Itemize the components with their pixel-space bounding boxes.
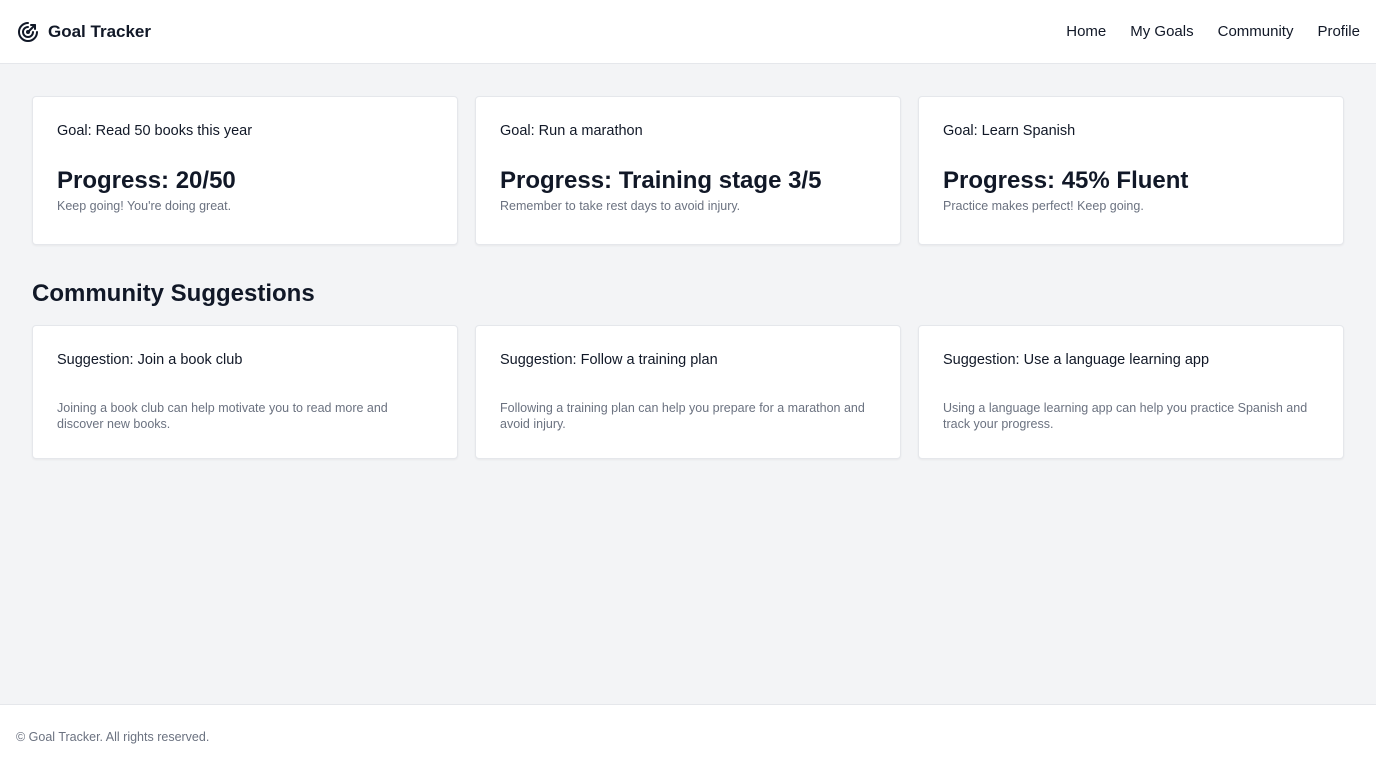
goal-title: Goal: Learn Spanish bbox=[943, 123, 1076, 139]
main-nav: Home My Goals Community Profile bbox=[1066, 23, 1360, 40]
nav-home-link[interactable]: Home bbox=[1066, 23, 1106, 40]
goal-title: Goal: Run a marathon bbox=[500, 123, 643, 139]
app-name: Goal Tracker bbox=[48, 21, 152, 41]
goal-progress: Progress: 20/50 bbox=[57, 167, 236, 194]
suggestions-grid: Suggestion: Join a book club Joining a b… bbox=[32, 325, 1344, 459]
goal-card-spanish[interactable]: Goal: Learn Spanish Progress: 45% Fluent… bbox=[918, 96, 1344, 245]
goal-note: Keep going! You're doing great. bbox=[57, 199, 232, 213]
suggestion-description: Following a training plan can help you p… bbox=[500, 401, 865, 431]
goals-grid: Goal: Read 50 books this year Progress: … bbox=[32, 96, 1344, 245]
target-arrow-icon bbox=[16, 20, 40, 44]
brand[interactable]: Goal Tracker bbox=[16, 20, 151, 44]
suggestion-card-language-app[interactable]: Suggestion: Use a language learning app … bbox=[918, 325, 1344, 459]
suggestion-description: Using a language learning app can help y… bbox=[943, 401, 1308, 431]
nav-community-link[interactable]: Community bbox=[1218, 23, 1294, 40]
suggestion-card-book-club[interactable]: Suggestion: Join a book club Joining a b… bbox=[32, 325, 458, 459]
community-section-title: Community Suggestions bbox=[32, 280, 315, 307]
top-header: Goal Tracker Home My Goals Community Pro… bbox=[0, 0, 1376, 64]
suggestion-card-training-plan[interactable]: Suggestion: Follow a training plan Follo… bbox=[475, 325, 901, 459]
goal-card-reading[interactable]: Goal: Read 50 books this year Progress: … bbox=[32, 96, 458, 245]
goal-note: Practice makes perfect! Keep going. bbox=[943, 199, 1144, 213]
nav-profile-link[interactable]: Profile bbox=[1317, 23, 1360, 40]
page-footer: © Goal Tracker. All rights reserved. bbox=[0, 704, 1376, 768]
goal-card-marathon[interactable]: Goal: Run a marathon Progress: Training … bbox=[475, 96, 901, 245]
suggestion-title: Suggestion: Join a book club bbox=[57, 352, 243, 368]
nav-my-goals-link[interactable]: My Goals bbox=[1130, 23, 1193, 40]
main-content: Goal: Read 50 books this year Progress: … bbox=[32, 96, 1344, 459]
goal-title: Goal: Read 50 books this year bbox=[57, 123, 253, 139]
goal-note: Remember to take rest days to avoid inju… bbox=[500, 199, 741, 213]
suggestion-title: Suggestion: Follow a training plan bbox=[500, 352, 718, 368]
suggestion-description: Joining a book club can help motivate yo… bbox=[57, 401, 388, 431]
goal-progress: Progress: 45% Fluent bbox=[943, 167, 1189, 194]
copyright-text: © Goal Tracker. All rights reserved. bbox=[16, 729, 210, 744]
suggestion-title: Suggestion: Use a language learning app bbox=[943, 352, 1210, 368]
goal-progress: Progress: Training stage 3/5 bbox=[500, 167, 822, 194]
